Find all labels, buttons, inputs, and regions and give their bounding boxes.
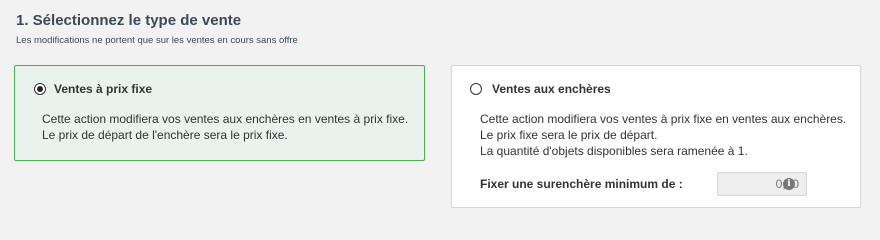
radio-auction[interactable] bbox=[470, 83, 482, 95]
section-title: 1. Sélectionnez le type de vente bbox=[16, 12, 242, 29]
sale-type-option-fixed-price[interactable]: Ventes à prix fixe Cette action modifier… bbox=[14, 65, 425, 161]
sale-type-option-auction[interactable]: Ventes aux enchères Cette action modifie… bbox=[451, 65, 861, 208]
radio-fixed-price[interactable] bbox=[34, 83, 46, 95]
description-line: Le prix fixe sera le prix de départ. bbox=[480, 128, 658, 142]
info-icon[interactable]: i bbox=[783, 178, 795, 190]
section-subtitle: Les modifications ne portent que sur les… bbox=[16, 35, 298, 46]
option-label-fixed-price[interactable]: Ventes à prix fixe bbox=[54, 82, 152, 96]
min-bid-label: Fixer une surenchère minimum de : bbox=[480, 177, 683, 191]
option-label-auction[interactable]: Ventes aux enchères bbox=[492, 82, 611, 96]
description-line: Le prix de départ de l'enchère sera le p… bbox=[42, 128, 288, 142]
description-line: Cette action modifiera vos ventes aux en… bbox=[42, 112, 409, 126]
description-line: La quantité d'objets disponibles sera ra… bbox=[480, 144, 748, 158]
option-description-fixed-price: Cette action modifiera vos ventes aux en… bbox=[42, 111, 408, 143]
option-description-auction: Cette action modifiera vos ventes à prix… bbox=[480, 111, 846, 159]
description-line: Cette action modifiera vos ventes à prix… bbox=[480, 112, 847, 126]
